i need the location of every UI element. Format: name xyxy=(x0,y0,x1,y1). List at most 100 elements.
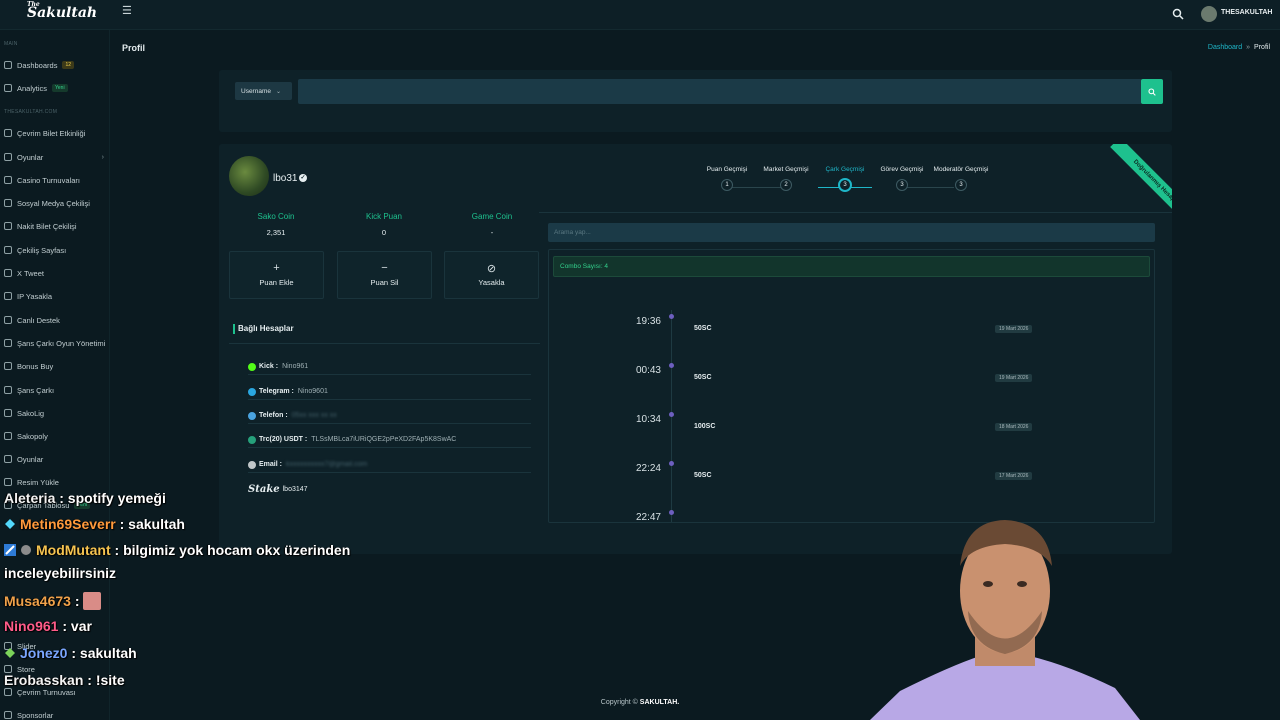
tab-label: Moderatör Geçmişi xyxy=(933,166,989,173)
chat-message: Erobasskan : !site xyxy=(4,672,125,688)
history-search-input[interactable] xyxy=(548,223,1155,242)
user-name[interactable]: THESAKULTAH xyxy=(1221,9,1272,16)
tab-moderator-gecmisi[interactable]: Moderatör Geçmişi 3 xyxy=(911,166,1011,191)
ban-icon: ⊘ xyxy=(486,263,497,275)
sidebar-item-label: Şans Çarkı xyxy=(17,385,55,395)
home-icon xyxy=(4,61,12,69)
chat-username: Jonez0 xyxy=(20,645,68,661)
profile-name: lbo31 xyxy=(273,173,298,184)
sidebar-item-label: X Tweet xyxy=(17,268,44,278)
stat-value: 0 xyxy=(381,228,387,237)
league-icon xyxy=(4,409,12,417)
ban-button[interactable]: ⊘ Yasakla xyxy=(444,251,539,299)
divider xyxy=(539,212,1172,213)
breadcrumb: Dashboard » Profil xyxy=(1208,44,1270,51)
chat-username: Erobasskan xyxy=(4,672,84,688)
sidebar-item[interactable]: Çekiliş Sayfası xyxy=(4,243,108,257)
menu-toggle-icon[interactable]: ☰ xyxy=(122,6,132,17)
timeline-amount: 100SC xyxy=(694,423,716,430)
combo-count-alert: Combo Sayısı: 4 xyxy=(553,256,1150,277)
user-search-input[interactable] xyxy=(298,79,1142,104)
sidebar-item-label: Oyunlar xyxy=(17,152,44,162)
user-search-card: Username ⌄ xyxy=(219,70,1172,132)
account-value: lbo3147 xyxy=(282,485,308,493)
action-label: Puan Ekle xyxy=(259,278,294,287)
search-icon[interactable] xyxy=(1172,8,1184,20)
breadcrumb-dashboard-link[interactable]: Dashboard xyxy=(1208,44,1242,51)
subscriber-badge-icon xyxy=(21,545,31,555)
sidebar-item[interactable]: Sosyal Medya Çekilişi xyxy=(4,196,108,210)
chat-message: Jonez0 : sakultah xyxy=(4,645,137,661)
action-label: Puan Sil xyxy=(370,278,399,287)
sidebar-item[interactable]: Çevrim Bilet Etkinliği xyxy=(4,126,108,140)
search-type-select[interactable]: Username ⌄ xyxy=(235,82,292,100)
tab-step: 2 xyxy=(780,179,792,191)
sidebar-item[interactable]: X Tweet xyxy=(4,266,108,280)
tournament-icon xyxy=(4,688,12,696)
site-logo[interactable]: The Sakultah xyxy=(27,1,97,21)
diamond-badge-icon xyxy=(5,648,15,658)
tab-step: 3 xyxy=(839,179,851,191)
wheel-icon xyxy=(4,339,12,347)
account-key: Kick : xyxy=(259,363,279,370)
chat-message: Metin69Severr : sakultah xyxy=(4,516,185,532)
sidebar-item-label: Sosyal Medya Çekilişi xyxy=(17,198,90,208)
action-label: Yasakla xyxy=(478,278,505,287)
search-submit-button[interactable] xyxy=(1141,79,1163,104)
sidebar-item[interactable]: Sponsorlar xyxy=(4,708,108,720)
sidebar-item[interactable]: Şans Çarkı Oyun Yönetimi xyxy=(4,336,108,350)
sidebar-item-analytics[interactable]: Analytics Yeni xyxy=(4,81,108,95)
sidebar-item[interactable]: IP Yasakla xyxy=(4,289,108,303)
sidebar-item[interactable]: Casino Turnuvaları xyxy=(4,173,108,187)
ticket-icon xyxy=(4,129,12,137)
sidebar-item[interactable]: Şans Çarkı xyxy=(4,383,108,397)
sidebar-item-label: Canlı Destek xyxy=(17,315,60,325)
tab-step: 3 xyxy=(955,179,967,191)
sidebar-item[interactable]: Sakopoly xyxy=(4,429,108,443)
sidebar-item[interactable]: Oyunlar › xyxy=(4,150,108,164)
timeline-date: 19 Mart 2026 xyxy=(995,325,1033,333)
sidebar-item-label: Çevrim Bilet Etkinliği xyxy=(17,128,86,138)
analytics-icon xyxy=(4,84,12,92)
support-icon xyxy=(4,316,12,324)
chevron-right-icon: › xyxy=(101,153,104,161)
phone-icon xyxy=(248,411,256,420)
account-value: Nino9601 xyxy=(297,388,328,395)
timeline-amount: 50SC xyxy=(694,472,712,479)
timeline-amount: 50SC xyxy=(694,325,712,332)
sponsor-icon xyxy=(4,711,12,719)
sidebar-item[interactable]: Bonus Buy xyxy=(4,359,108,373)
account-value: 05xx xxx xx xx xyxy=(291,412,337,419)
sidebar-item[interactable]: Oyunlar xyxy=(4,452,108,466)
sidebar-item-dashboards[interactable]: Dashboards 12 xyxy=(4,58,108,72)
sidebar-item-label: Casino Turnuvaları xyxy=(17,175,80,185)
wheel-icon xyxy=(4,386,12,394)
chat-text: : sakultah xyxy=(67,645,137,661)
user-avatar[interactable] xyxy=(1201,6,1217,22)
stat-label: Game Coin xyxy=(471,212,513,221)
email-icon xyxy=(248,460,256,469)
search-icon xyxy=(1148,87,1156,96)
sidebar-item-label: IP Yasakla xyxy=(17,291,53,301)
sidebar-item-label: Resim Yükle xyxy=(17,477,59,487)
telegram-icon xyxy=(248,387,256,396)
timeline-time: 19:36 xyxy=(635,316,661,327)
add-points-button[interactable]: + Puan Ekle xyxy=(229,251,324,299)
plus-icon: + xyxy=(273,262,280,274)
moderator-badge-icon xyxy=(4,544,16,556)
profile-avatar xyxy=(229,156,269,196)
sidebar-item[interactable]: SakoLig xyxy=(4,406,108,420)
linked-account-usdt: Trc(20) USDT : TLSsMBLca7iURiQGE2pPeXD2F… xyxy=(248,432,531,448)
chat-text: : bilgimiz yok hocam okx üzerinden xyxy=(110,542,351,558)
divider xyxy=(229,343,540,344)
remove-points-button[interactable]: − Puan Sil xyxy=(337,251,432,299)
sidebar-item[interactable]: Nakit Bilet Çekilişi xyxy=(4,219,108,233)
webcam-overlay xyxy=(870,520,1140,720)
tab-step: 1 xyxy=(721,179,733,191)
chat-text: inceleyebilirsiniz xyxy=(4,565,117,581)
sidebar-item[interactable]: Resim Yükle xyxy=(4,475,108,489)
sidebar-item[interactable]: Canlı Destek xyxy=(4,313,108,327)
copyright-text: Copyright © xyxy=(600,699,638,706)
chevron-down-icon: ⌄ xyxy=(275,88,282,95)
stat-value: 2,351 xyxy=(266,228,286,237)
